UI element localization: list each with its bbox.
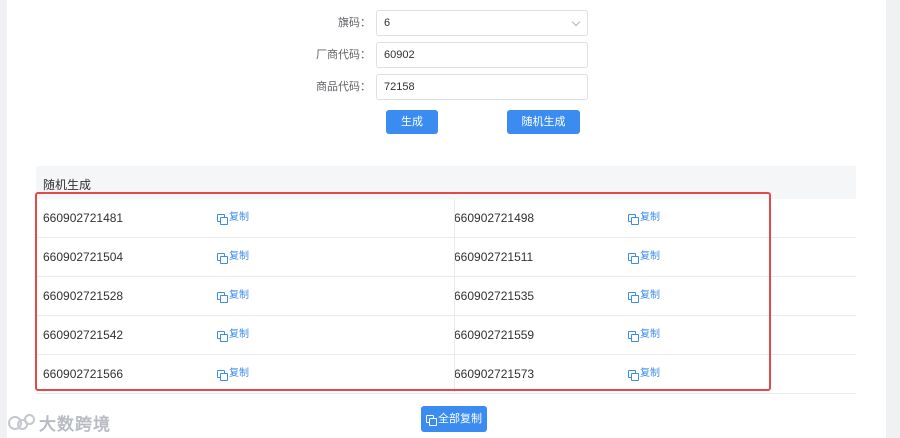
barcode-value: 660902721535 xyxy=(454,289,535,303)
section-header: 随机生成 xyxy=(36,166,856,199)
copy-icon xyxy=(628,369,639,381)
barcode-value: 660902721511 xyxy=(454,250,534,264)
copy-button[interactable]: 复制 xyxy=(628,238,660,276)
scrollbar[interactable] xyxy=(886,0,900,438)
copy-label: 复制 xyxy=(229,329,249,340)
table-row: 660902721528 复制 660902721535 复制 xyxy=(36,277,856,316)
copy-label: 复制 xyxy=(229,251,249,262)
copy-label: 复制 xyxy=(229,290,249,301)
flag-select[interactable]: 6 xyxy=(376,10,588,36)
copy-icon xyxy=(628,291,639,303)
barcode-value: 660902721559 xyxy=(454,328,535,342)
table-row: 660902721566 复制 660902721573 复制 xyxy=(36,355,856,394)
barcode-value: 660902721504 xyxy=(43,250,124,264)
copy-button[interactable]: 复制 xyxy=(217,238,249,276)
watermark-logo-icon xyxy=(8,413,35,432)
copy-button[interactable]: 复制 xyxy=(217,199,249,237)
maker-label: 厂商代码： xyxy=(316,49,371,61)
copy-icon xyxy=(217,330,228,342)
table-row: 660902721542 复制 660902721559 复制 xyxy=(36,316,856,355)
maker-code-input[interactable]: 60902 xyxy=(376,42,588,68)
copy-all-button[interactable]: 全部复制 xyxy=(421,406,487,432)
generate-button[interactable]: 生成 xyxy=(386,110,438,134)
copy-button[interactable]: 复制 xyxy=(628,277,660,315)
maker-row: 厂商代码： 60902 xyxy=(7,42,886,68)
copy-icon xyxy=(217,252,228,264)
barcode-value: 660902721573 xyxy=(454,367,535,381)
product-label: 商品代码： xyxy=(316,81,371,93)
copy-icon xyxy=(628,252,639,264)
barcode-value: 660902721498 xyxy=(454,211,535,225)
copy-icon xyxy=(217,213,228,225)
barcode-value: 660902721566 xyxy=(43,367,124,381)
watermark: 大数跨境 xyxy=(8,410,111,435)
product-row: 商品代码： 72158 xyxy=(7,74,886,100)
barcode-value: 660902721542 xyxy=(43,328,124,342)
section-title: 随机生成 xyxy=(43,178,92,192)
copy-button[interactable]: 复制 xyxy=(628,199,660,237)
flag-select-value: 6 xyxy=(384,17,391,29)
copy-label: 复制 xyxy=(640,251,660,262)
generator-panel: 旗码： 6 厂商代码： 60902 商品代码： 72158 生成 随机生成 随机… xyxy=(7,0,886,438)
flag-label: 旗码： xyxy=(338,17,371,29)
flag-row: 旗码： 6 xyxy=(7,10,886,36)
copy-button[interactable]: 复制 xyxy=(217,316,249,354)
barcode-value: 660902721481 xyxy=(43,211,124,225)
copy-icon xyxy=(217,369,228,381)
copy-label: 复制 xyxy=(640,329,660,340)
chevron-down-icon xyxy=(571,17,581,27)
barcode-value: 660902721528 xyxy=(43,289,124,303)
copy-icon xyxy=(628,330,639,342)
copy-label: 复制 xyxy=(229,368,249,379)
copy-label: 复制 xyxy=(640,368,660,379)
copy-icon xyxy=(628,213,639,225)
random-generate-button[interactable]: 随机生成 xyxy=(507,110,580,134)
copy-all-label: 全部复制 xyxy=(438,413,482,425)
copy-icon xyxy=(217,291,228,303)
copy-icon xyxy=(426,414,437,426)
table-row: 660902721481 复制 660902721498 复制 xyxy=(36,199,856,238)
copy-button[interactable]: 复制 xyxy=(217,355,249,393)
copy-button[interactable]: 复制 xyxy=(628,316,660,354)
product-code-input[interactable]: 72158 xyxy=(376,74,588,100)
table-row: 660902721504 复制 660902721511 复制 xyxy=(36,238,856,277)
copy-label: 复制 xyxy=(229,212,249,223)
copy-button[interactable]: 复制 xyxy=(217,277,249,315)
copy-label: 复制 xyxy=(640,290,660,301)
copy-label: 复制 xyxy=(640,212,660,223)
column-divider xyxy=(454,199,455,392)
copy-button[interactable]: 复制 xyxy=(628,355,660,393)
watermark-text: 大数跨境 xyxy=(39,415,111,434)
